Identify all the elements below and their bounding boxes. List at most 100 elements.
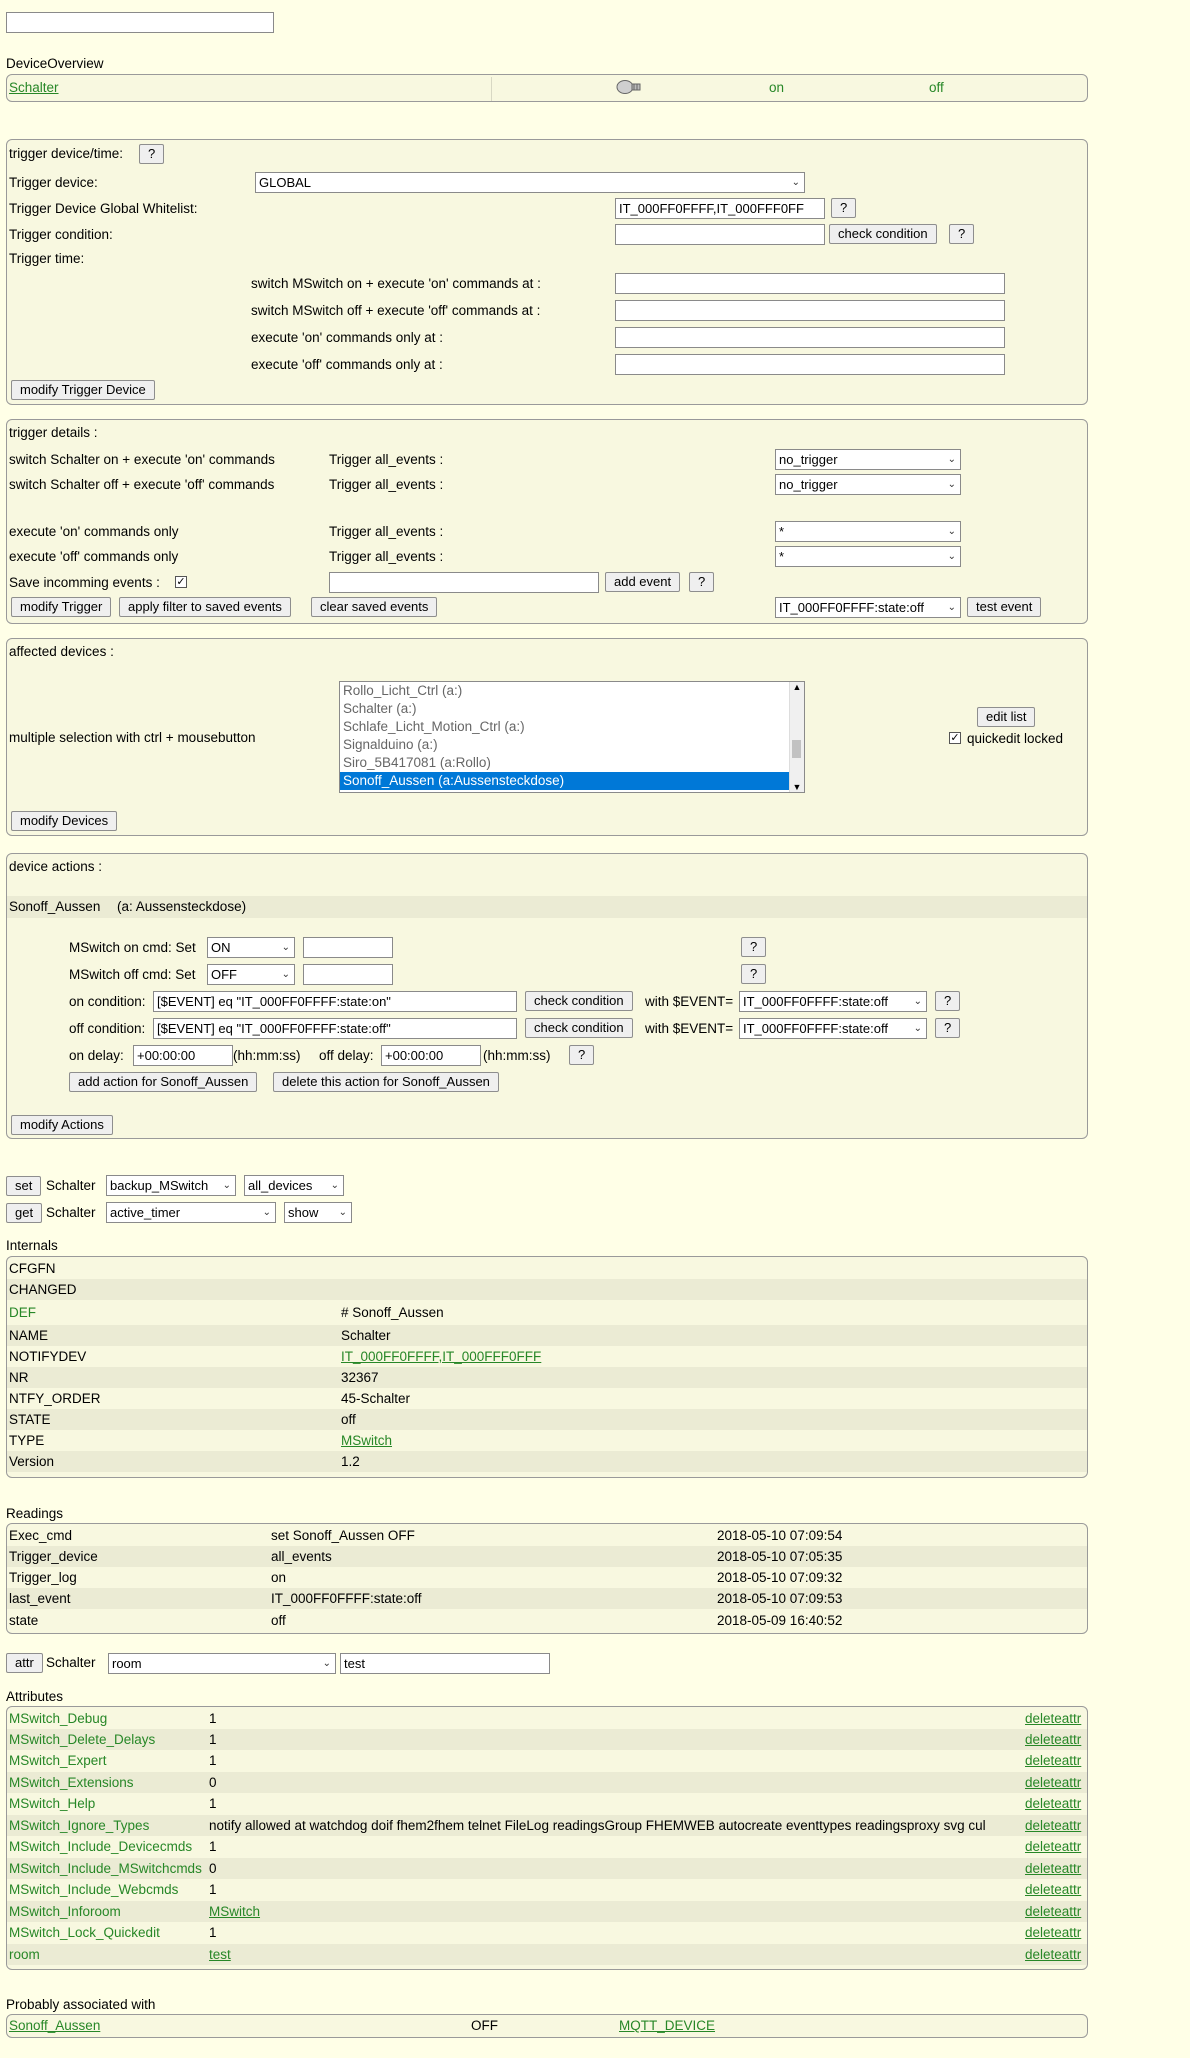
get-command-select[interactable]: active_timer ⌄: [106, 1202, 276, 1223]
condition-help-button[interactable]: ?: [949, 224, 975, 244]
attribute-key[interactable]: MSwitch_Include_MSwitchcmds: [9, 1860, 202, 1877]
trigger-off-select[interactable]: no_trigger ⌄: [775, 474, 961, 495]
off-condition-help-button[interactable]: ?: [935, 1018, 961, 1038]
inforoom-link[interactable]: MSwitch: [209, 1903, 260, 1920]
scroll-down-icon[interactable]: ▼: [790, 782, 804, 792]
attribute-key[interactable]: MSwitch_Help: [9, 1795, 95, 1812]
time-on-only-input[interactable]: [615, 327, 1005, 348]
modify-actions-button[interactable]: modify Actions: [11, 1115, 113, 1135]
device-option-selected[interactable]: Sonoff_Aussen (a:Aussensteckdose): [340, 772, 804, 790]
attribute-key[interactable]: MSwitch_Inforoom: [9, 1903, 121, 1920]
off-event-select[interactable]: IT_000FF0FFFF:state:off ⌄: [739, 1018, 927, 1039]
check-condition-button[interactable]: check condition: [829, 224, 937, 244]
attribute-key[interactable]: MSwitch_Debug: [9, 1710, 107, 1727]
deleteattr-link[interactable]: deleteattr: [1025, 1731, 1081, 1748]
on-condition-input[interactable]: [$EVENT] eq "IT_000FF0FFFF:state:on": [153, 991, 517, 1012]
deleteattr-link[interactable]: deleteattr: [1025, 1710, 1081, 1727]
overview-off-command[interactable]: off: [929, 80, 944, 96]
modify-trigger-button[interactable]: modify Trigger: [11, 597, 112, 617]
on-cmd-arg-input[interactable]: [303, 937, 393, 958]
on-cmd-select[interactable]: ON ⌄: [207, 937, 295, 958]
search-input[interactable]: [6, 12, 274, 33]
whitelist-help-button[interactable]: ?: [831, 198, 857, 218]
delay-help-button[interactable]: ?: [569, 1045, 595, 1065]
on-delay-input[interactable]: +00:00:00: [133, 1045, 233, 1066]
attribute-key[interactable]: MSwitch_Include_Devicecmds: [9, 1838, 192, 1855]
room-link[interactable]: test: [209, 1946, 231, 1963]
on-check-condition-button[interactable]: check condition: [525, 991, 633, 1011]
overview-on-command[interactable]: on: [769, 80, 784, 96]
attribute-key[interactable]: MSwitch_Delete_Delays: [9, 1731, 155, 1748]
delete-action-button[interactable]: delete this action for Sonoff_Aussen: [273, 1072, 499, 1092]
deleteattr-link[interactable]: deleteattr: [1025, 1752, 1081, 1769]
off-condition-input[interactable]: [$EVENT] eq "IT_000FF0FFFF:state:off": [153, 1018, 517, 1039]
set-button[interactable]: set: [6, 1176, 42, 1196]
deleteattr-link[interactable]: deleteattr: [1025, 1860, 1081, 1877]
deleteattr-link[interactable]: deleteattr: [1025, 1946, 1081, 1963]
device-option[interactable]: Siro_5B417081 (a:Rollo): [340, 754, 804, 772]
on-cmd-help-button[interactable]: ?: [741, 937, 767, 957]
attr-name-select[interactable]: room ⌄: [108, 1653, 336, 1674]
lightbulb-icon[interactable]: [615, 78, 643, 99]
overview-device-link[interactable]: Schalter: [9, 80, 59, 96]
attribute-key[interactable]: MSwitch_Lock_Quickedit: [9, 1924, 160, 1941]
trigger-on-only-select[interactable]: * ⌄: [775, 521, 961, 542]
deleteattr-link[interactable]: deleteattr: [1025, 1903, 1081, 1920]
whitelist-input[interactable]: IT_000FF0FFFF,IT_000FFF0FF: [615, 198, 825, 219]
affected-devices-listbox[interactable]: Rollo_Licht_Ctrl (a:) Schalter (a:) Schl…: [339, 681, 805, 793]
trigger-off-only-select[interactable]: * ⌄: [775, 546, 961, 567]
save-events-checkbox[interactable]: ✓: [175, 576, 187, 588]
trigger-condition-input[interactable]: [615, 224, 825, 245]
off-cmd-select[interactable]: OFF ⌄: [207, 964, 295, 985]
associated-type-link[interactable]: MQTT_DEVICE: [619, 2018, 715, 2034]
attribute-key[interactable]: room: [9, 1946, 40, 1963]
deleteattr-link[interactable]: deleteattr: [1025, 1817, 1081, 1834]
set-argument-select[interactable]: all_devices ⌄: [244, 1175, 344, 1196]
device-option[interactable]: Signalduino (a:): [340, 736, 804, 754]
modify-trigger-device-button[interactable]: modify Trigger Device: [11, 380, 155, 400]
trigger-device-help-button[interactable]: ?: [139, 144, 165, 164]
test-event-button[interactable]: test event: [967, 597, 1042, 617]
off-check-condition-button[interactable]: check condition: [525, 1018, 633, 1038]
time-on-input[interactable]: [615, 273, 1005, 294]
internal-key-def[interactable]: DEF: [9, 1304, 36, 1321]
edit-list-button[interactable]: edit list: [977, 707, 1036, 727]
clear-saved-events-button[interactable]: clear saved events: [311, 597, 438, 617]
deleteattr-link[interactable]: deleteattr: [1025, 1795, 1081, 1812]
time-off-only-input[interactable]: [615, 354, 1005, 375]
test-event-select[interactable]: IT_000FF0FFFF:state:off ⌄: [775, 597, 961, 618]
set-command-select[interactable]: backup_MSwitch ⌄: [106, 1175, 236, 1196]
attribute-key[interactable]: MSwitch_Ignore_Types: [9, 1817, 149, 1834]
deleteattr-link[interactable]: deleteattr: [1025, 1838, 1081, 1855]
off-cmd-help-button[interactable]: ?: [741, 964, 767, 984]
time-off-input[interactable]: [615, 300, 1005, 321]
listbox-scrollbar[interactable]: ▲ ▼: [789, 682, 804, 792]
get-button[interactable]: get: [6, 1203, 43, 1223]
deleteattr-link[interactable]: deleteattr: [1025, 1924, 1081, 1941]
on-event-select[interactable]: IT_000FF0FFFF:state:off ⌄: [739, 991, 927, 1012]
off-cmd-arg-input[interactable]: [303, 964, 393, 985]
add-event-input[interactable]: [329, 572, 599, 593]
attribute-key[interactable]: MSwitch_Expert: [9, 1752, 107, 1769]
scroll-thumb[interactable]: [792, 740, 801, 758]
attr-button[interactable]: attr: [6, 1653, 43, 1673]
attribute-key[interactable]: MSwitch_Extensions: [9, 1774, 134, 1791]
trigger-device-select[interactable]: GLOBAL ⌄: [255, 172, 805, 193]
associated-device-link[interactable]: Sonoff_Aussen: [9, 2018, 100, 2034]
get-argument-select[interactable]: show ⌄: [284, 1202, 352, 1223]
add-action-button[interactable]: add action for Sonoff_Aussen: [69, 1072, 258, 1092]
attr-value-input[interactable]: test: [340, 1653, 550, 1674]
off-delay-input[interactable]: +00:00:00: [381, 1045, 481, 1066]
on-condition-help-button[interactable]: ?: [935, 991, 961, 1011]
quickedit-checkbox[interactable]: ✓: [949, 732, 961, 744]
modify-devices-button[interactable]: modify Devices: [11, 811, 118, 831]
trigger-on-select[interactable]: no_trigger ⌄: [775, 449, 961, 470]
device-option[interactable]: Schlafe_Licht_Motion_Ctrl (a:): [340, 718, 804, 736]
add-event-button[interactable]: add event: [605, 572, 681, 592]
deleteattr-link[interactable]: deleteattr: [1025, 1774, 1081, 1791]
attribute-key[interactable]: MSwitch_Include_Webcmds: [9, 1881, 178, 1898]
device-option[interactable]: Schalter (a:): [340, 700, 804, 718]
notifydev-link[interactable]: IT_000FF0FFFF,IT_000FFF0FFF: [341, 1348, 541, 1365]
deleteattr-link[interactable]: deleteattr: [1025, 1881, 1081, 1898]
type-link[interactable]: MSwitch: [341, 1432, 392, 1449]
